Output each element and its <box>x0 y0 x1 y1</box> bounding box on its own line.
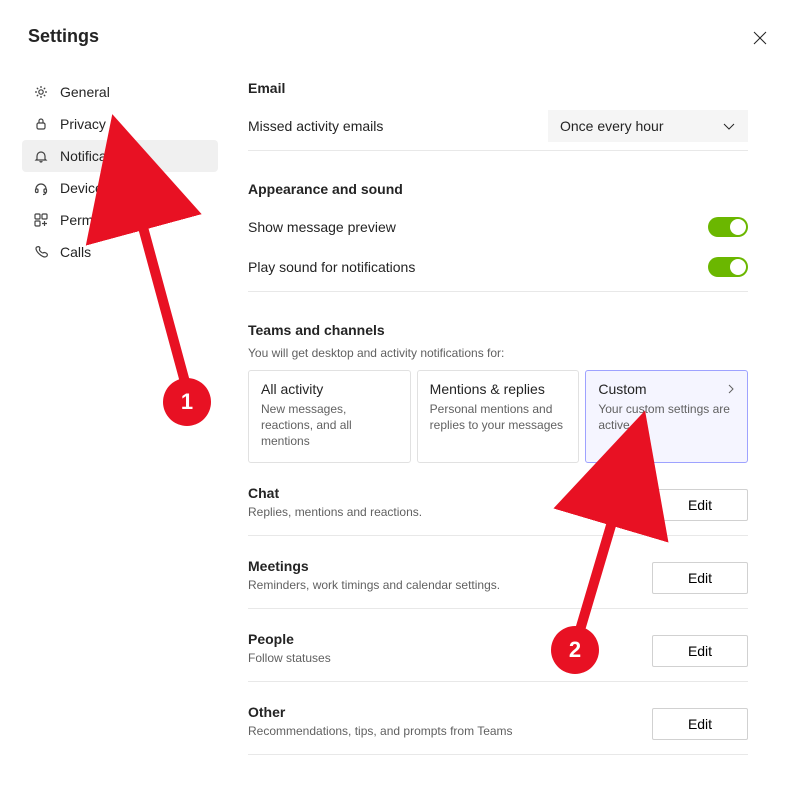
card-all-activity[interactable]: All activity New messages, reactions, an… <box>248 370 411 463</box>
sidebar-item-label: Permissions <box>60 212 136 228</box>
sidebar-item-label: General <box>60 84 110 100</box>
chat-desc: Replies, mentions and reactions. <box>248 505 422 519</box>
meetings-edit-button[interactable]: Edit <box>652 562 748 594</box>
other-edit-button[interactable]: Edit <box>652 708 748 740</box>
sidebar-item-notifications[interactable]: Notifications <box>22 140 218 172</box>
card-title: Mentions & replies <box>430 381 567 397</box>
card-title: Custom <box>598 381 735 397</box>
gear-icon <box>32 83 50 101</box>
card-custom[interactable]: Custom Your custom settings are active. <box>585 370 748 463</box>
people-heading: People <box>248 631 331 647</box>
section-heading-appearance: Appearance and sound <box>248 181 748 197</box>
section-heading-teams: Teams and channels <box>248 322 748 338</box>
sidebar-item-devices[interactable]: Devices <box>22 172 218 204</box>
lock-icon <box>32 115 50 133</box>
missed-activity-value: Once every hour <box>560 118 664 134</box>
section-heading-email: Email <box>248 80 748 96</box>
teams-description: You will get desktop and activity notifi… <box>248 346 748 360</box>
play-sound-label: Play sound for notifications <box>248 259 415 275</box>
sidebar-item-calls[interactable]: Calls <box>22 236 218 268</box>
meetings-desc: Reminders, work timings and calendar set… <box>248 578 500 592</box>
missed-activity-label: Missed activity emails <box>248 118 383 134</box>
chat-edit-button[interactable]: Edit <box>652 489 748 521</box>
phone-icon <box>32 243 50 261</box>
card-desc: Your custom settings are active. <box>598 401 735 433</box>
show-preview-toggle[interactable] <box>708 217 748 237</box>
people-desc: Follow statuses <box>248 651 331 665</box>
chevron-down-icon <box>722 119 736 133</box>
headset-icon <box>32 179 50 197</box>
sidebar-item-label: Privacy <box>60 116 106 132</box>
play-sound-toggle[interactable] <box>708 257 748 277</box>
meetings-heading: Meetings <box>248 558 500 574</box>
card-title: All activity <box>261 381 398 397</box>
other-desc: Recommendations, tips, and prompts from … <box>248 724 513 738</box>
people-edit-button[interactable]: Edit <box>652 635 748 667</box>
sidebar-item-permissions[interactable]: Permissions <box>22 204 218 236</box>
bell-icon <box>32 147 50 165</box>
page-title: Settings <box>28 26 99 47</box>
chevron-right-icon <box>725 383 737 395</box>
close-icon <box>753 31 767 45</box>
apps-icon <box>32 211 50 229</box>
other-heading: Other <box>248 704 513 720</box>
settings-main: Email Missed activity emails Once every … <box>248 80 748 755</box>
sidebar-item-privacy[interactable]: Privacy <box>22 108 218 140</box>
show-preview-label: Show message preview <box>248 219 396 235</box>
sidebar-item-label: Devices <box>60 180 110 196</box>
close-button[interactable] <box>750 28 770 48</box>
sidebar-item-general[interactable]: General <box>22 76 218 108</box>
annotation-badge-1: 1 <box>163 378 211 426</box>
card-desc: Personal mentions and replies to your me… <box>430 401 567 433</box>
card-desc: New messages, reactions, and all mention… <box>261 401 398 450</box>
settings-sidebar: General Privacy Notifications Devices Pe… <box>22 76 218 268</box>
missed-activity-dropdown[interactable]: Once every hour <box>548 110 748 142</box>
sidebar-item-label: Notifications <box>60 148 136 164</box>
card-mentions-replies[interactable]: Mentions & replies Personal mentions and… <box>417 370 580 463</box>
sidebar-item-label: Calls <box>60 244 91 260</box>
chat-heading: Chat <box>248 485 422 501</box>
annotation-badge-2: 2 <box>551 626 599 674</box>
